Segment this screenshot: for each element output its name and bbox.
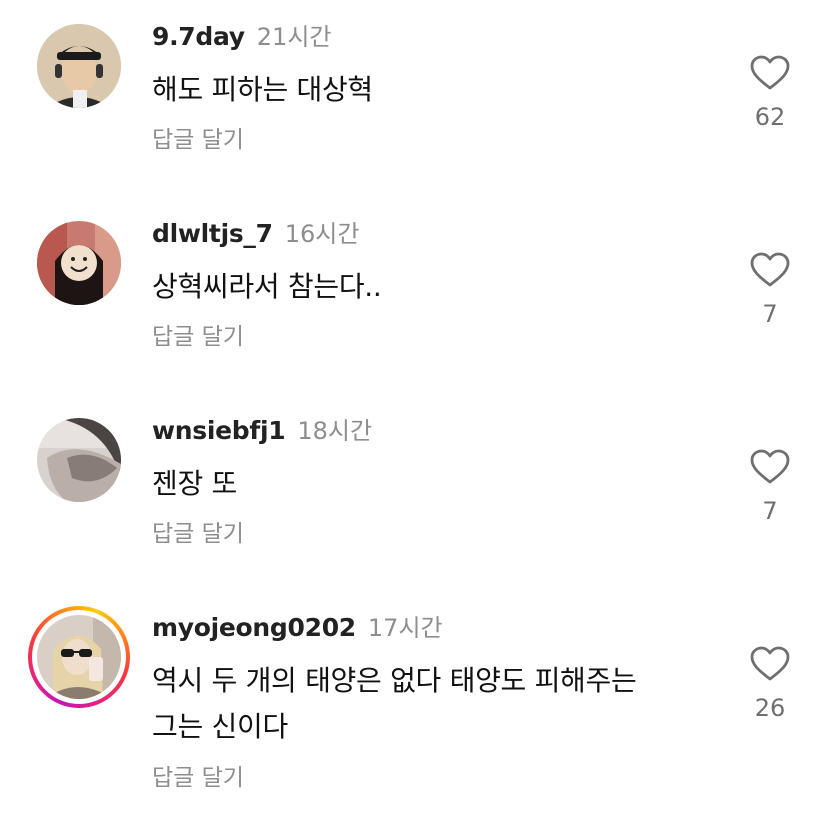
- comment-meta: myojeong0202 17시간: [152, 613, 443, 643]
- username[interactable]: 9.7day: [152, 22, 245, 51]
- heart-icon: [750, 646, 790, 681]
- comment-text: 상혁씨라서 참는다..: [152, 267, 382, 307]
- comment-line: 젠장 또: [152, 467, 237, 500]
- avatar-story-ring[interactable]: [28, 606, 130, 708]
- comment-line: 해도 피하는 대상혁: [152, 73, 373, 106]
- like-count: 7: [762, 497, 778, 525]
- heart-icon: [750, 449, 790, 484]
- comment-line: 역시 두 개의 태양은 없다 태양도 피해주는: [152, 664, 637, 697]
- avatar-image: [37, 615, 121, 699]
- comment-line: 상혁씨라서 참는다..: [152, 270, 382, 303]
- timestamp: 18시간: [297, 417, 373, 445]
- avatar[interactable]: [37, 418, 121, 502]
- comment-text: 역시 두 개의 태양은 없다 태양도 피해주는 그는 신이다: [152, 661, 637, 747]
- reply-button[interactable]: 답글 달기: [152, 519, 244, 549]
- avatar-image: [37, 221, 121, 305]
- comment-meta: dlwltjs_7 16시간: [152, 219, 359, 249]
- avatar: [37, 615, 121, 699]
- comment-line: 그는 신이다: [152, 710, 288, 743]
- like-button[interactable]: 62: [748, 55, 792, 131]
- like-button[interactable]: 7: [748, 449, 792, 525]
- heart-icon: [750, 55, 790, 90]
- like-button[interactable]: 26: [748, 646, 792, 722]
- reply-button[interactable]: 답글 달기: [152, 763, 244, 793]
- username[interactable]: wnsiebfj1: [152, 416, 286, 445]
- like-button[interactable]: 7: [748, 252, 792, 328]
- comment-text: 젠장 또: [152, 464, 237, 504]
- timestamp: 21시간: [256, 23, 332, 51]
- like-count: 7: [762, 300, 778, 328]
- like-count: 26: [754, 694, 786, 722]
- reply-button[interactable]: 답글 달기: [152, 125, 244, 155]
- username[interactable]: dlwltjs_7: [152, 219, 273, 248]
- avatar-image: [37, 24, 121, 108]
- heart-icon: [750, 252, 790, 287]
- comment-text: 해도 피하는 대상혁: [152, 70, 373, 110]
- like-count: 62: [754, 103, 786, 131]
- comment-meta: 9.7day 21시간: [152, 22, 331, 52]
- avatar[interactable]: [37, 24, 121, 108]
- comment-meta: wnsiebfj1 18시간: [152, 416, 372, 446]
- reply-button[interactable]: 답글 달기: [152, 322, 244, 352]
- timestamp: 16시간: [284, 220, 360, 248]
- avatar[interactable]: [37, 221, 121, 305]
- timestamp: 17시간: [367, 614, 443, 642]
- avatar-image: [37, 418, 121, 502]
- username[interactable]: myojeong0202: [152, 613, 356, 642]
